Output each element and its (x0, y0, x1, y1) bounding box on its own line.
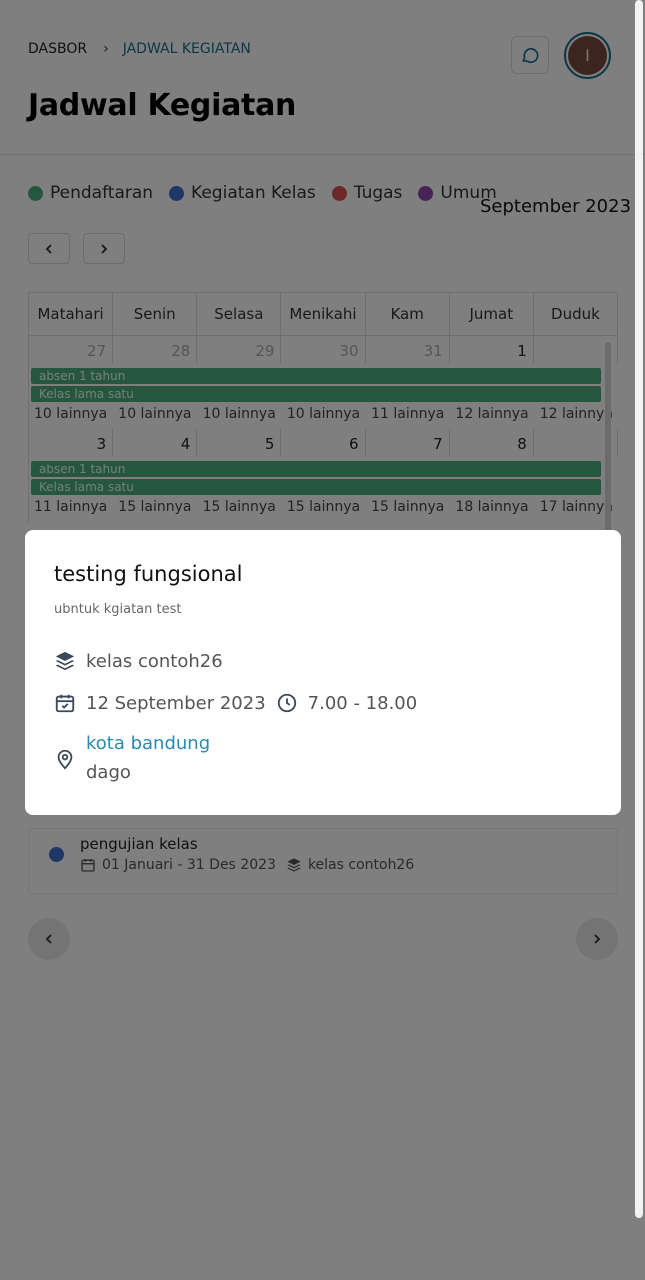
modal-time: 7.00 - 18.00 (307, 692, 418, 714)
layers-icon (55, 651, 75, 671)
modal-date: 12 September 2023 (86, 692, 266, 714)
modal-title: testing fungsional (54, 562, 243, 586)
event-detail-modal: testing fungsional ubntuk kgiatan test k… (25, 530, 621, 815)
modal-description: ubntuk kgiatan test (54, 602, 182, 617)
modal-datetime-row: 12 September 2023 7.00 - 18.00 (54, 692, 417, 714)
modal-location-link[interactable]: kota bandung (86, 733, 210, 754)
modal-class-name: kelas contoh26 (86, 650, 223, 672)
modal-class-row: kelas contoh26 (54, 650, 223, 672)
modal-location-detail: dago (86, 762, 131, 783)
modal-location-icon-wrap (54, 748, 86, 770)
clock-icon (277, 693, 296, 713)
page-scrollbar[interactable] (635, 0, 643, 1218)
location-pin-icon (57, 749, 73, 770)
calendar-check-icon (55, 694, 75, 713)
